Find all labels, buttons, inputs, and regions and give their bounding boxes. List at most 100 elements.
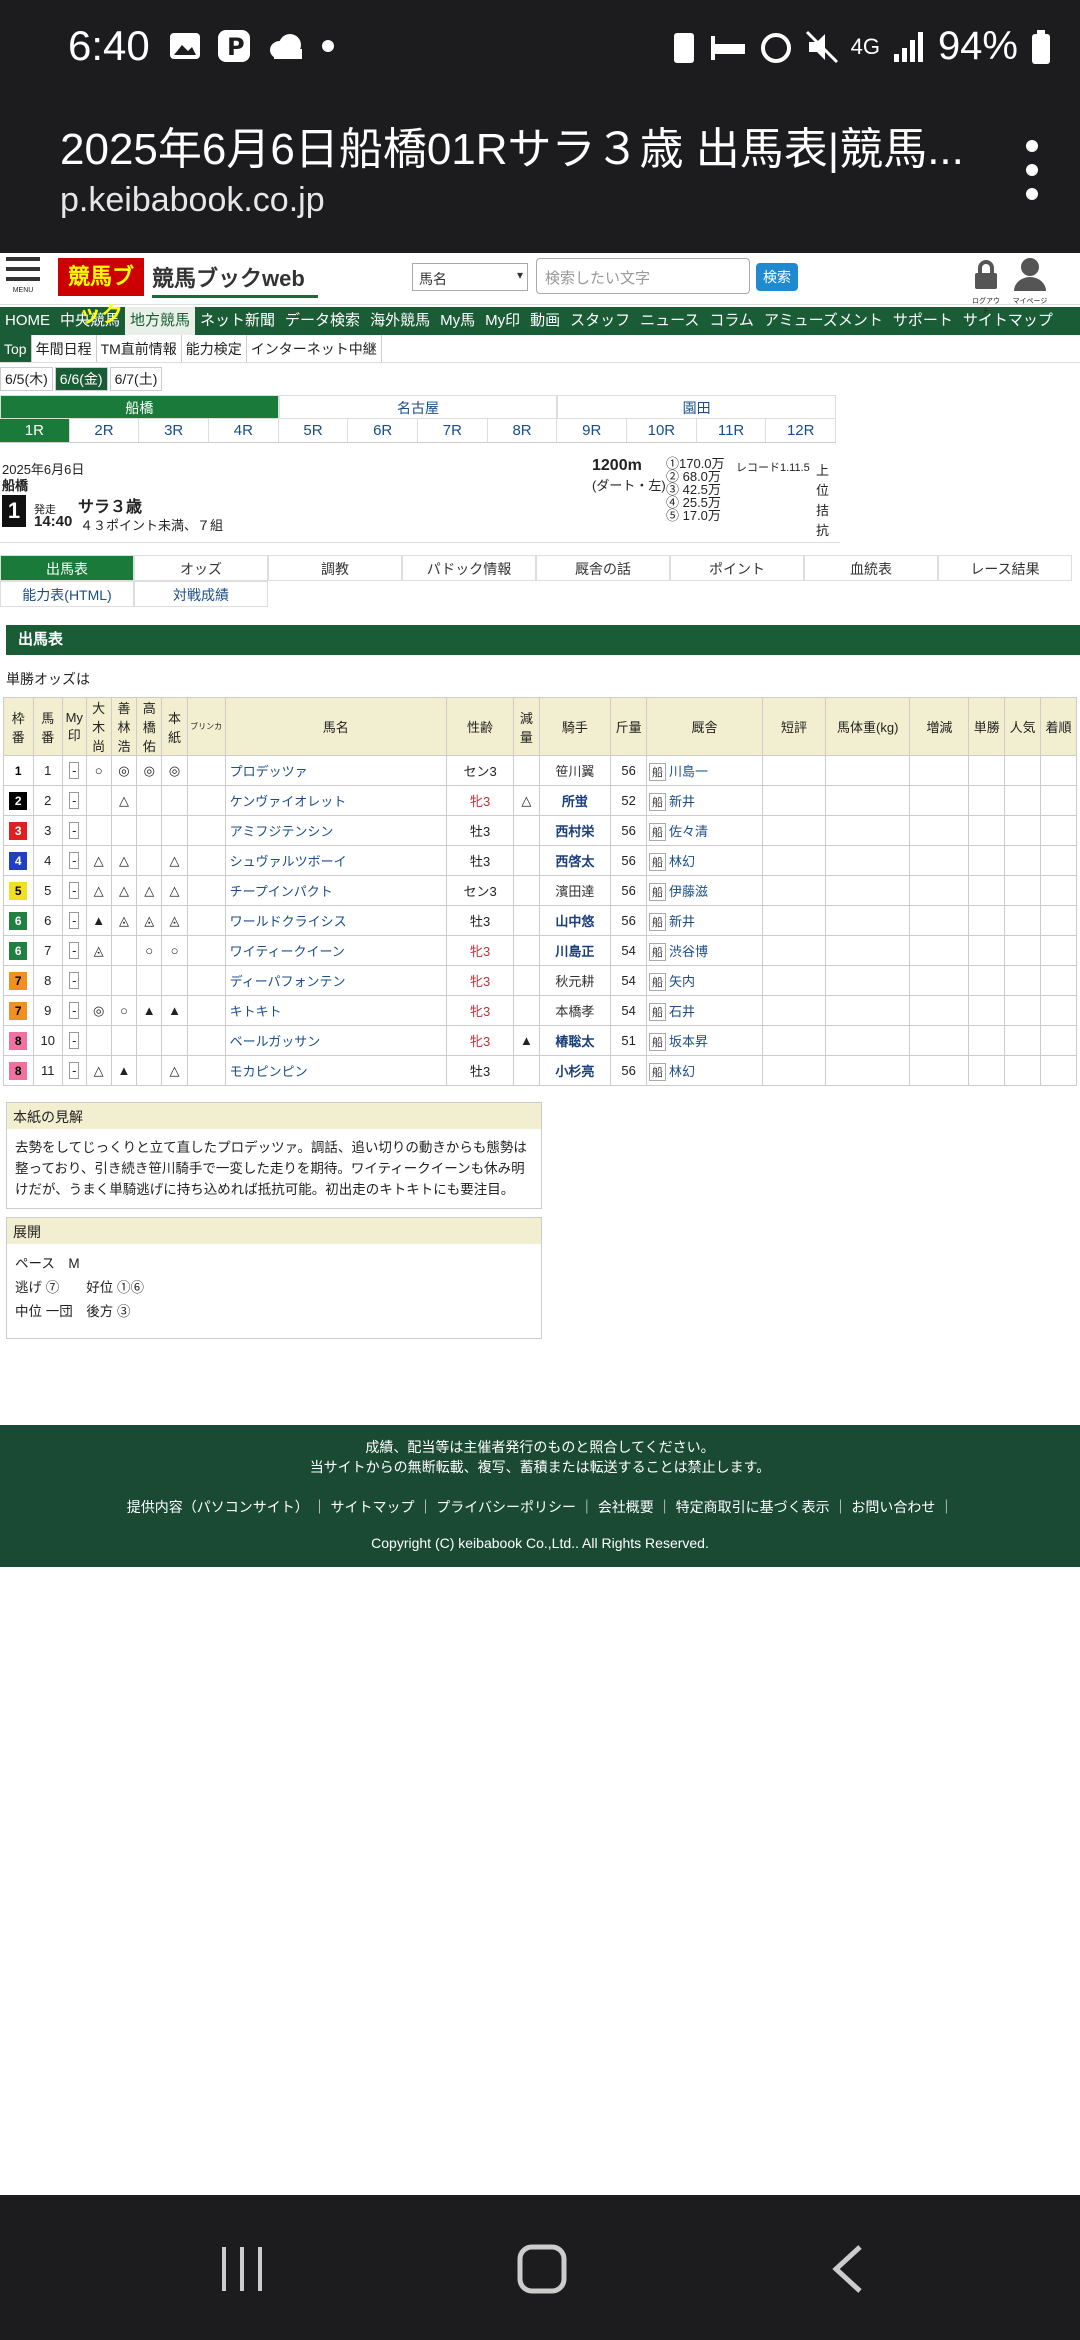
horse-name[interactable]: プロデッツァ xyxy=(224,755,447,786)
race-tab[interactable]: 8R xyxy=(488,419,558,442)
race-tab[interactable]: 9R xyxy=(557,419,628,442)
date-tab[interactable]: 6/6(金) xyxy=(54,367,108,391)
jockey-name[interactable]: 西村栄 xyxy=(538,815,612,846)
subnav-live[interactable]: インターネット中継 xyxy=(247,335,382,362)
recent-apps-icon[interactable] xyxy=(218,2245,266,2293)
horse-name[interactable]: チープインパクト xyxy=(224,875,447,906)
horse-name[interactable]: ベールガッサン xyxy=(224,1025,447,1056)
race-tab[interactable]: 12R xyxy=(766,419,837,442)
tab-entries[interactable]: 出馬表 xyxy=(0,555,134,581)
subnav-ability[interactable]: 能力検定 xyxy=(182,335,247,362)
footer-link[interactable]: 提供内容（パソコンサイト） xyxy=(127,1499,309,1515)
trainer-name[interactable]: 川島一 xyxy=(669,764,708,779)
trainer-name[interactable]: 新井 xyxy=(669,914,695,929)
my-mark-cell[interactable]: - xyxy=(62,845,87,876)
nav-my-horse[interactable]: My馬 xyxy=(435,307,480,335)
race-tab[interactable]: 1R xyxy=(0,419,70,442)
race-tab[interactable]: 7R xyxy=(418,419,488,442)
trainer-name[interactable]: 林幻 xyxy=(669,1064,695,1079)
tab-odds[interactable]: オッズ xyxy=(134,555,268,581)
horse-name[interactable]: ディーパフォンテン xyxy=(224,965,447,996)
jockey-name[interactable]: 本橋孝 xyxy=(538,995,612,1026)
search-type-select[interactable]: 馬名 xyxy=(412,263,528,291)
race-tab[interactable]: 6R xyxy=(348,419,419,442)
subnav-tm[interactable]: TM直前情報 xyxy=(97,335,182,362)
tab-points[interactable]: ポイント xyxy=(670,555,804,581)
subnav-top[interactable]: Top xyxy=(0,335,32,362)
date-tab[interactable]: 6/7(土) xyxy=(109,367,163,391)
horse-name[interactable]: モカピンピン xyxy=(224,1055,447,1086)
col-header[interactable]: 増減 xyxy=(909,697,970,756)
venue-tab[interactable]: 園田 xyxy=(557,395,837,419)
race-tab[interactable]: 2R xyxy=(70,419,140,442)
horse-name[interactable]: シュヴァルツボーイ xyxy=(224,845,447,876)
jockey-name[interactable]: 笹川翼 xyxy=(538,755,612,786)
mypage-button[interactable]: マイページ xyxy=(1012,257,1048,305)
race-tab[interactable]: 11R xyxy=(697,419,767,442)
jockey-name[interactable]: 川島正 xyxy=(538,935,612,966)
nav-newspaper[interactable]: ネット新聞 xyxy=(195,307,280,335)
my-mark-cell[interactable]: - xyxy=(62,815,87,846)
horse-name[interactable]: ワイティークイーン xyxy=(224,935,447,966)
home-icon[interactable] xyxy=(516,2243,568,2295)
footer-link[interactable]: プライバシーポリシー xyxy=(436,1499,576,1515)
page-title[interactable]: 2025年6月6日船橋01Rサラ３歳 出馬表|競馬... xyxy=(60,113,960,177)
col-header[interactable]: 馬番 xyxy=(32,697,63,756)
trainer-name[interactable]: 石井 xyxy=(669,1004,695,1019)
horse-name[interactable]: ワールドクライシス xyxy=(224,905,447,936)
trainer-name[interactable]: 矢内 xyxy=(669,974,695,989)
nav-overseas[interactable]: 海外競馬 xyxy=(365,307,435,335)
my-mark-cell[interactable]: - xyxy=(62,1025,87,1056)
my-mark-cell[interactable]: - xyxy=(62,1055,87,1086)
nav-column[interactable]: コラム xyxy=(704,307,759,335)
jockey-name[interactable]: 椿聡太 xyxy=(538,1025,612,1056)
footer-link[interactable]: 特定商取引に基づく表示 xyxy=(676,1499,830,1515)
site-brand[interactable]: 競馬ブックweb xyxy=(152,261,305,293)
trainer-name[interactable]: 新井 xyxy=(669,794,695,809)
horse-name[interactable]: アミフジテンシン xyxy=(224,815,447,846)
venue-tab[interactable]: 名古屋 xyxy=(278,395,558,419)
tab-results[interactable]: レース結果 xyxy=(938,555,1072,581)
footer-link[interactable]: お問い合わせ xyxy=(851,1499,935,1515)
nav-data-search[interactable]: データ検索 xyxy=(280,307,365,335)
tab-training[interactable]: 調教 xyxy=(268,555,402,581)
col-header[interactable]: 馬体重(kg) xyxy=(825,697,911,756)
my-mark-cell[interactable]: - xyxy=(62,875,87,906)
jockey-name[interactable]: 小杉亮 xyxy=(538,1055,612,1086)
trainer-name[interactable]: 坂本昇 xyxy=(669,1034,708,1049)
url-display[interactable]: p.keibabook.co.jp xyxy=(60,181,325,220)
race-tab[interactable]: 4R xyxy=(209,419,279,442)
jockey-name[interactable]: 濱田達 xyxy=(538,875,612,906)
race-tab[interactable]: 10R xyxy=(627,419,697,442)
browser-menu-icon[interactable] xyxy=(1026,140,1040,200)
horse-name[interactable]: キトキト xyxy=(224,995,447,1026)
my-mark-cell[interactable]: - xyxy=(62,905,87,936)
jockey-name[interactable]: 所蛍 xyxy=(538,785,612,816)
date-tab[interactable]: 6/5(木) xyxy=(0,367,53,391)
jockey-name[interactable]: 秋元耕 xyxy=(538,965,612,996)
my-mark-cell[interactable]: - xyxy=(62,995,87,1026)
nav-amusement[interactable]: アミューズメント xyxy=(759,307,888,335)
nav-video[interactable]: 動画 xyxy=(525,307,565,335)
nav-support[interactable]: サポート xyxy=(888,307,958,335)
col-header[interactable]: 単勝 xyxy=(968,697,1006,756)
search-input[interactable]: 検索したい文字 xyxy=(536,258,750,294)
nav-my-mark[interactable]: My印 xyxy=(480,307,525,335)
trainer-name[interactable]: 林幻 xyxy=(669,854,695,869)
footer-link[interactable]: 会社概要 xyxy=(598,1499,654,1515)
my-mark-cell[interactable]: - xyxy=(62,935,87,966)
nav-staff[interactable]: スタッフ xyxy=(565,307,635,335)
tab-ability-html[interactable]: 能力表(HTML) xyxy=(0,581,134,607)
nav-news[interactable]: ニュース xyxy=(635,307,704,335)
my-mark-cell[interactable]: - xyxy=(62,965,87,996)
back-icon[interactable] xyxy=(828,2243,868,2295)
tab-paddock[interactable]: パドック情報 xyxy=(402,555,536,581)
logout-button[interactable]: ログアウト xyxy=(970,259,1002,315)
tab-pedigree[interactable]: 血統表 xyxy=(804,555,938,581)
tab-matchups[interactable]: 対戦成績 xyxy=(134,581,268,607)
hamburger-menu-icon[interactable]: MENU xyxy=(6,257,40,301)
trainer-name[interactable]: 渋谷博 xyxy=(669,944,708,959)
nav-local[interactable]: 地方競馬 xyxy=(125,307,196,335)
site-logo[interactable]: 競馬ブック xyxy=(58,258,144,327)
my-mark-cell[interactable]: - xyxy=(62,755,87,786)
